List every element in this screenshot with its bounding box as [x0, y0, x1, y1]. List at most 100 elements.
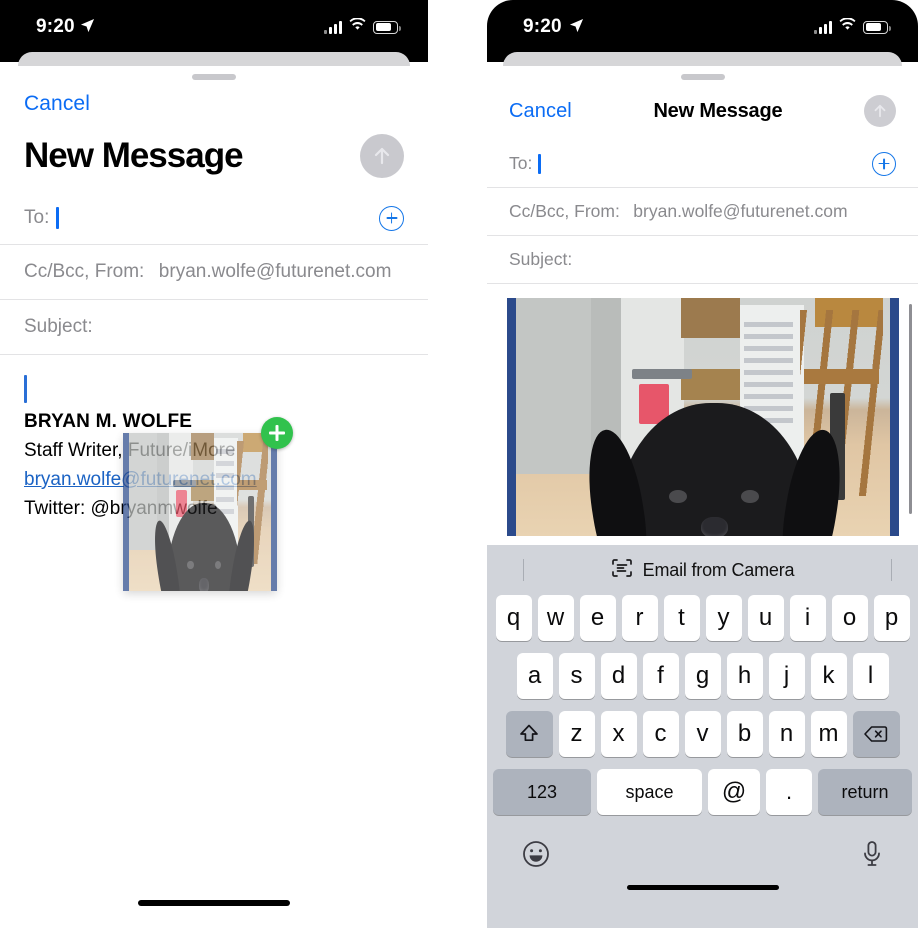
- at-key[interactable]: @: [708, 769, 760, 815]
- key-y[interactable]: y: [705, 595, 742, 641]
- cellular-signal-icon: [814, 20, 832, 34]
- page-title: New Message: [24, 136, 244, 175]
- compose-navigation-bar: Cancel New Message: [0, 80, 428, 178]
- period-key[interactable]: .: [766, 769, 812, 815]
- key-o[interactable]: o: [831, 595, 868, 641]
- status-bar-indicators: [324, 17, 401, 36]
- key-v[interactable]: v: [684, 711, 721, 757]
- key-l[interactable]: l: [852, 653, 889, 699]
- send-button[interactable]: [360, 134, 404, 178]
- key-a[interactable]: a: [516, 653, 553, 699]
- compose-sheet: Cancel New Message To: Cc/Bcc, From: bry…: [487, 66, 918, 928]
- keyboard-toolbar: Email from Camera: [487, 545, 918, 595]
- right-phone-screen: 9:20 Cancel New Message To: Cc/Bcc, From…: [487, 0, 918, 928]
- shift-arrow-up-icon[interactable]: [505, 711, 553, 757]
- cc-bcc-from-label: Cc/Bcc, From:: [509, 201, 620, 221]
- subject-label: Subject:: [509, 249, 573, 269]
- from-address-value: bryan.wolfe@futurenet.com: [633, 201, 848, 221]
- compose-fields: To: Cc/Bcc, From: bryan.wolfe@futurenet.…: [487, 140, 918, 284]
- page-title: New Message: [653, 99, 783, 122]
- battery-icon: [373, 20, 401, 34]
- to-label: To:: [509, 152, 533, 173]
- subject-field-row[interactable]: Subject:: [0, 300, 428, 355]
- to-field-row[interactable]: To:: [0, 192, 428, 245]
- key-z[interactable]: z: [558, 711, 595, 757]
- battery-icon: [863, 20, 891, 34]
- send-arrow-up-icon: [871, 102, 889, 120]
- signature-name: BRYAN M. WOLFE: [24, 411, 193, 432]
- key-e[interactable]: e: [579, 595, 616, 641]
- to-field-group: To:: [24, 207, 59, 230]
- numbers-key[interactable]: 123: [493, 769, 591, 815]
- compose-navigation-bar: Cancel New Message: [487, 80, 918, 128]
- compose-fields: To: Cc/Bcc, From: bryan.wolfe@futurenet.…: [0, 192, 428, 355]
- key-d[interactable]: d: [600, 653, 637, 699]
- microphone-icon[interactable]: [860, 839, 884, 874]
- key-j[interactable]: j: [768, 653, 805, 699]
- cc-from-group: Cc/Bcc, From: bryan.wolfe@futurenet.com: [24, 261, 391, 283]
- left-phone-screen: 9:20 Cancel New Message To: Cc/Bcc, From…: [0, 0, 428, 928]
- status-bar-time: 9:20: [36, 16, 75, 37]
- backspace-delete-icon[interactable]: [852, 711, 900, 757]
- keyboard-toolbar-label[interactable]: Email from Camera: [643, 560, 795, 581]
- key-q[interactable]: q: [495, 595, 532, 641]
- status-bar-time: 9:20: [523, 16, 562, 37]
- keyboard-row-1: q w e r t y u i o p: [492, 595, 913, 641]
- cc-from-group: Cc/Bcc, From: bryan.wolfe@futurenet.com: [509, 201, 848, 222]
- key-m[interactable]: m: [810, 711, 847, 757]
- title-row: New Message: [24, 116, 404, 178]
- key-s[interactable]: s: [558, 653, 595, 699]
- key-u[interactable]: u: [747, 595, 784, 641]
- key-c[interactable]: c: [642, 711, 679, 757]
- keyboard-row-4: 123 space @ . return: [492, 769, 913, 815]
- to-label: To:: [24, 206, 50, 228]
- send-button[interactable]: [864, 95, 896, 127]
- keyboard-rows: q w e r t y u i o p a s d f g h j k l z …: [487, 595, 918, 815]
- cancel-button[interactable]: Cancel: [24, 92, 90, 116]
- return-key[interactable]: return: [818, 769, 912, 815]
- to-field-row[interactable]: To:: [487, 140, 918, 188]
- home-indicator: [626, 885, 779, 890]
- cancel-button[interactable]: Cancel: [509, 100, 572, 123]
- key-n[interactable]: n: [768, 711, 805, 757]
- key-b[interactable]: b: [726, 711, 763, 757]
- inserted-photo-dog-in-kitchen[interactable]: [507, 298, 899, 536]
- add-contact-plus-icon[interactable]: [379, 205, 404, 231]
- key-p[interactable]: p: [873, 595, 910, 641]
- subject-field-row[interactable]: Subject:: [487, 236, 918, 284]
- key-t[interactable]: t: [663, 595, 700, 641]
- send-arrow-up-icon: [370, 144, 394, 168]
- body-text-cursor: [24, 375, 27, 403]
- text-scan-icon[interactable]: [611, 558, 633, 583]
- dragged-photo-thumbnail[interactable]: [123, 433, 277, 591]
- from-address-value: bryan.wolfe@futurenet.com: [158, 261, 392, 282]
- dragged-photo-image: [123, 433, 277, 591]
- key-f[interactable]: f: [642, 653, 679, 699]
- key-w[interactable]: w: [537, 595, 574, 641]
- cellular-signal-icon: [324, 20, 342, 34]
- key-i[interactable]: i: [789, 595, 826, 641]
- vertical-scrollbar[interactable]: [909, 304, 912, 514]
- key-h[interactable]: h: [726, 653, 763, 699]
- wifi-icon: [839, 17, 856, 36]
- add-contact-plus-icon[interactable]: [872, 151, 896, 176]
- subject-label: Subject:: [24, 316, 93, 337]
- key-k[interactable]: k: [810, 653, 847, 699]
- space-key[interactable]: space: [597, 769, 702, 815]
- screenshot-stage: 9:20 Cancel New Message To: Cc/Bcc, From…: [0, 0, 918, 928]
- key-r[interactable]: r: [621, 595, 658, 641]
- to-text-cursor: [538, 154, 541, 175]
- on-screen-keyboard: Email from Camera q w e r t y u i o p a …: [487, 545, 918, 928]
- to-text-cursor: [56, 207, 59, 230]
- cc-bcc-from-field-row[interactable]: Cc/Bcc, From: bryan.wolfe@futurenet.com: [487, 188, 918, 236]
- cc-bcc-from-label: Cc/Bcc, From:: [24, 261, 145, 282]
- green-plus-badge-icon: [261, 417, 293, 449]
- cc-bcc-from-field-row[interactable]: Cc/Bcc, From: bryan.wolfe@futurenet.com: [0, 245, 428, 300]
- location-arrow-icon: [569, 18, 584, 33]
- key-g[interactable]: g: [684, 653, 721, 699]
- key-x[interactable]: x: [600, 711, 637, 757]
- home-indicator: [138, 900, 290, 906]
- emoji-smiley-icon[interactable]: [521, 839, 551, 874]
- message-body-area[interactable]: [487, 298, 918, 536]
- to-field-group: To:: [509, 153, 541, 175]
